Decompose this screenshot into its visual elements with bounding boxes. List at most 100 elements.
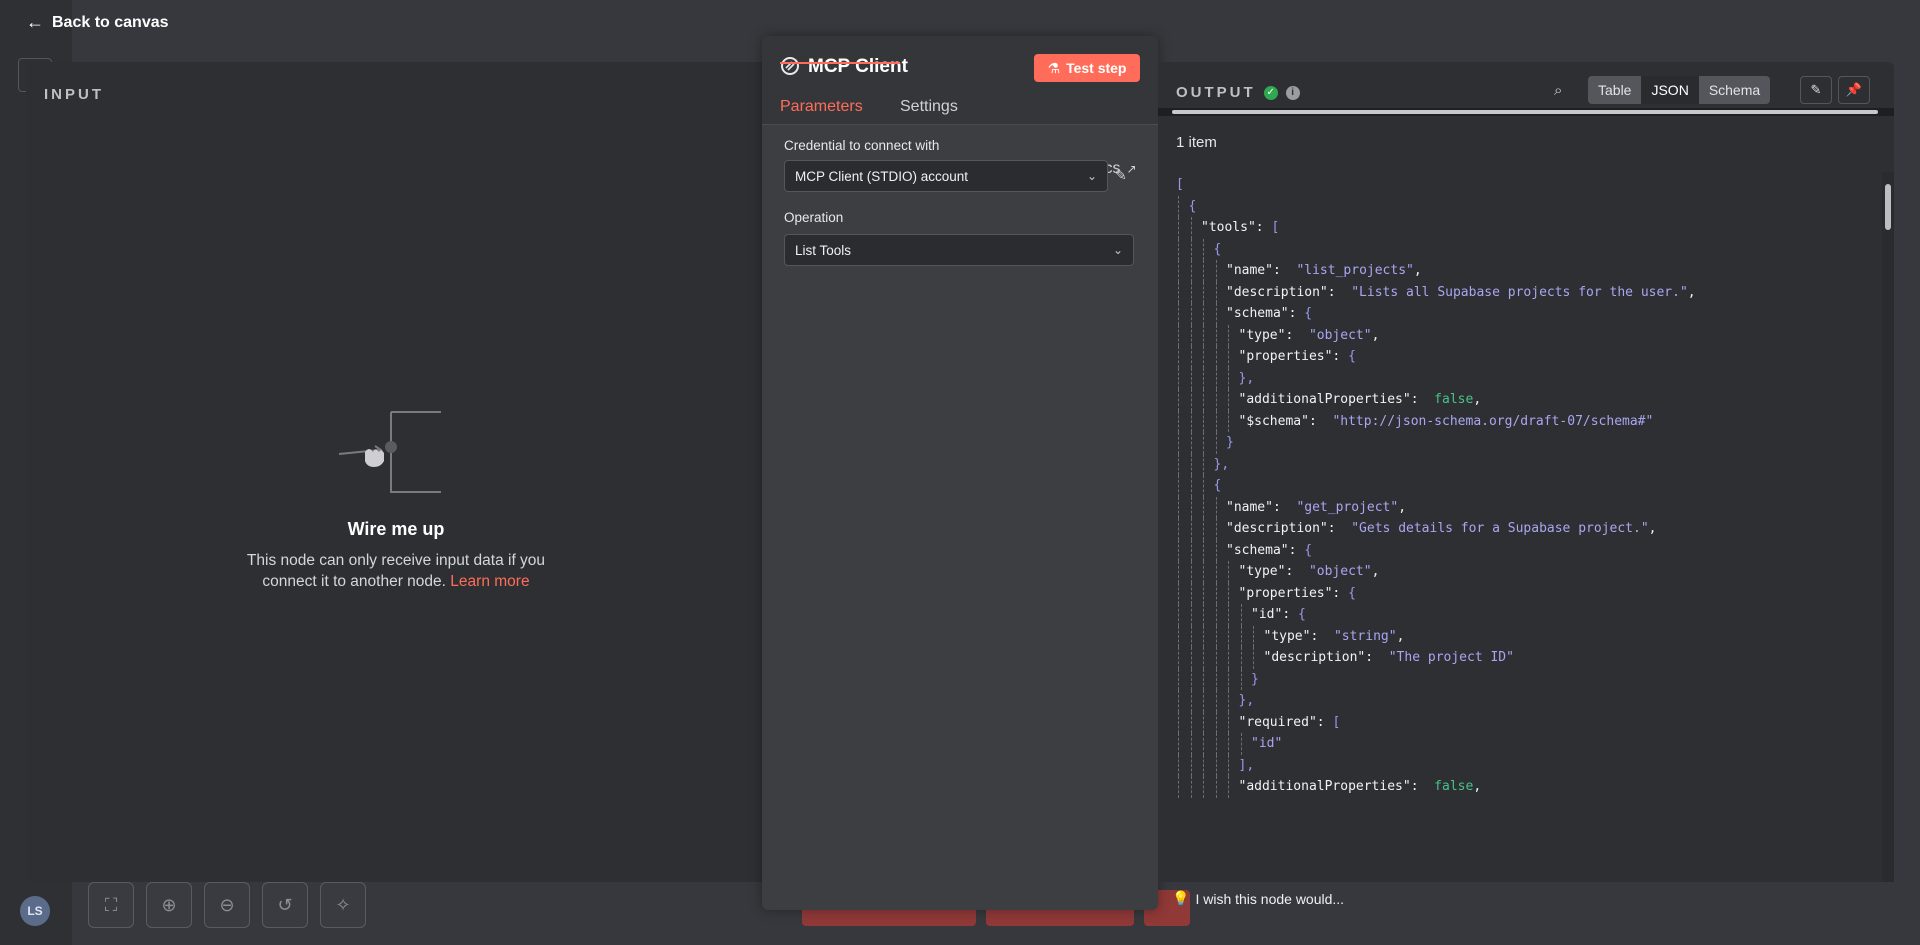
json-token: "Lists all Supabase projects for the use… — [1351, 284, 1688, 300]
json-line: { — [1176, 475, 1866, 497]
wire-illustration-icon — [338, 411, 441, 493]
json-token: : — [1282, 607, 1298, 622]
json-token: : — [1272, 263, 1297, 278]
active-tab-indicator — [780, 62, 900, 64]
json-token: ], — [1238, 757, 1255, 773]
json-token: { — [1213, 478, 1222, 493]
json-token: , — [1371, 564, 1380, 579]
empty-state-title: Wire me up — [347, 519, 445, 539]
json-line: "description": "Lists all Supabase proje… — [1176, 281, 1866, 303]
view-mode-toggle: Table JSON Schema — [1588, 76, 1771, 104]
operation-value: List Tools — [795, 242, 852, 258]
tidy-up-icon[interactable]: ✧ — [320, 882, 366, 928]
json-token: "description" — [1226, 521, 1328, 536]
json-token: "properties" — [1238, 349, 1333, 364]
json-token: }, — [1238, 370, 1255, 386]
json-line: }, — [1176, 690, 1866, 712]
json-token: } — [1226, 435, 1234, 450]
node-title: MCP Client — [808, 56, 908, 77]
chevron-down-icon: ⌄ — [1112, 243, 1123, 257]
json-token: , — [1413, 263, 1422, 278]
json-token: [ — [1332, 714, 1341, 730]
json-token: "list_projects" — [1296, 263, 1414, 278]
node-tabs: Parameters Settings ⬢ Docs ↗ — [762, 98, 1158, 177]
canvas-controls: ⛶ ⊕ ⊖ ↺ ✧ — [88, 882, 366, 928]
json-token: "additionalProperties" — [1238, 779, 1411, 794]
chevron-down-icon: ⌄ — [1086, 169, 1097, 183]
search-icon[interactable]: ⌕ — [1554, 82, 1562, 99]
view-table[interactable]: Table — [1588, 76, 1641, 104]
test-step-button[interactable]: ⚗ Test step — [1034, 54, 1140, 82]
json-token: "schema" — [1226, 306, 1289, 321]
json-line: "id": { — [1176, 604, 1866, 626]
input-panel: INPUT Wire me up This node can only rece… — [26, 62, 766, 882]
credential-select[interactable]: MCP Client (STDIO) account ⌄ — [784, 160, 1108, 192]
zoom-out-icon[interactable]: ⊖ — [204, 882, 250, 928]
tab-settings[interactable]: Settings — [900, 98, 958, 124]
json-token: : — [1365, 650, 1389, 665]
back-to-canvas-link[interactable]: ← Back to canvas — [26, 12, 169, 33]
tab-parameters[interactable]: Parameters — [780, 98, 863, 124]
json-token: "string" — [1333, 628, 1397, 644]
operation-label: Operation — [784, 210, 844, 225]
json-token: [ — [1271, 220, 1280, 235]
json-token: , — [1473, 779, 1482, 794]
lightbulb-icon: 💡 — [1172, 890, 1190, 906]
json-token: , — [1687, 284, 1696, 300]
json-line: }, — [1176, 453, 1866, 475]
reset-zoom-icon[interactable]: ↺ — [262, 882, 308, 928]
json-line: ], — [1176, 754, 1866, 776]
json-token: "http://json-schema.org/draft-07/schema#… — [1332, 413, 1654, 429]
json-line: { — [1176, 195, 1866, 217]
json-token: "The project ID" — [1388, 650, 1514, 665]
arrow-left-icon: ← — [26, 12, 44, 32]
edit-credential-icon[interactable]: ✎ — [1115, 167, 1133, 185]
zoom-in-icon[interactable]: ⊕ — [146, 882, 192, 928]
view-json[interactable]: JSON — [1641, 76, 1699, 104]
json-token: , — [1371, 327, 1380, 343]
json-line: "properties": { — [1176, 582, 1866, 604]
edit-output-icon[interactable]: ✎ — [1800, 76, 1832, 104]
json-token: , — [1473, 392, 1482, 407]
feedback-label: I wish this node would... — [1195, 890, 1345, 907]
learn-more-link[interactable]: Learn more — [450, 573, 529, 590]
json-token: , — [1398, 499, 1407, 515]
json-token: }, — [1238, 693, 1255, 708]
json-token: { — [1297, 607, 1306, 622]
json-token: : — [1255, 220, 1272, 235]
json-token: : — [1288, 306, 1305, 321]
json-token: "object" — [1308, 564, 1372, 579]
json-token: false — [1434, 392, 1474, 407]
json-line: } — [1176, 668, 1866, 690]
horizontal-scrollbar[interactable] — [1158, 108, 1894, 116]
json-token: : — [1316, 714, 1333, 730]
json-token: "tools" — [1201, 220, 1256, 235]
json-token: "get_project" — [1296, 499, 1399, 515]
fit-view-icon[interactable]: ⛶ — [88, 882, 134, 928]
vertical-scrollbar[interactable] — [1882, 172, 1894, 882]
json-token: : — [1327, 284, 1352, 300]
info-icon[interactable]: i — [1285, 85, 1300, 100]
json-token: : — [1272, 499, 1297, 515]
feedback-link[interactable]: 💡 I wish this node would... — [1172, 890, 1344, 907]
tab-divider — [762, 124, 1158, 125]
credential-value: MCP Client (STDIO) account — [795, 168, 969, 184]
json-line: }, — [1176, 367, 1866, 389]
json-line: "required": [ — [1176, 711, 1866, 733]
json-token: : — [1308, 413, 1333, 429]
json-output: [{"tools": [{"name": "list_projects", "de… — [1176, 174, 1866, 880]
json-line: } — [1176, 432, 1866, 454]
json-line: "id" — [1176, 733, 1866, 755]
view-schema[interactable]: Schema — [1699, 76, 1770, 104]
json-token: "type" — [1238, 327, 1286, 343]
pin-data-icon[interactable]: 📌 — [1838, 76, 1870, 104]
json-line: "additionalProperties": false, — [1176, 776, 1866, 798]
output-panel: OUTPUT ✓ i ⌕ Table JSON Schema ✎ 📌 1 ite… — [1158, 62, 1894, 882]
json-token: false — [1434, 779, 1474, 794]
json-line: "schema": { — [1176, 303, 1866, 325]
json-line: "type": "object", — [1176, 324, 1866, 346]
avatar[interactable]: LS — [20, 896, 50, 926]
json-line: [ — [1176, 174, 1866, 196]
json-token: { — [1213, 241, 1222, 257]
operation-select[interactable]: List Tools ⌄ — [784, 234, 1134, 266]
